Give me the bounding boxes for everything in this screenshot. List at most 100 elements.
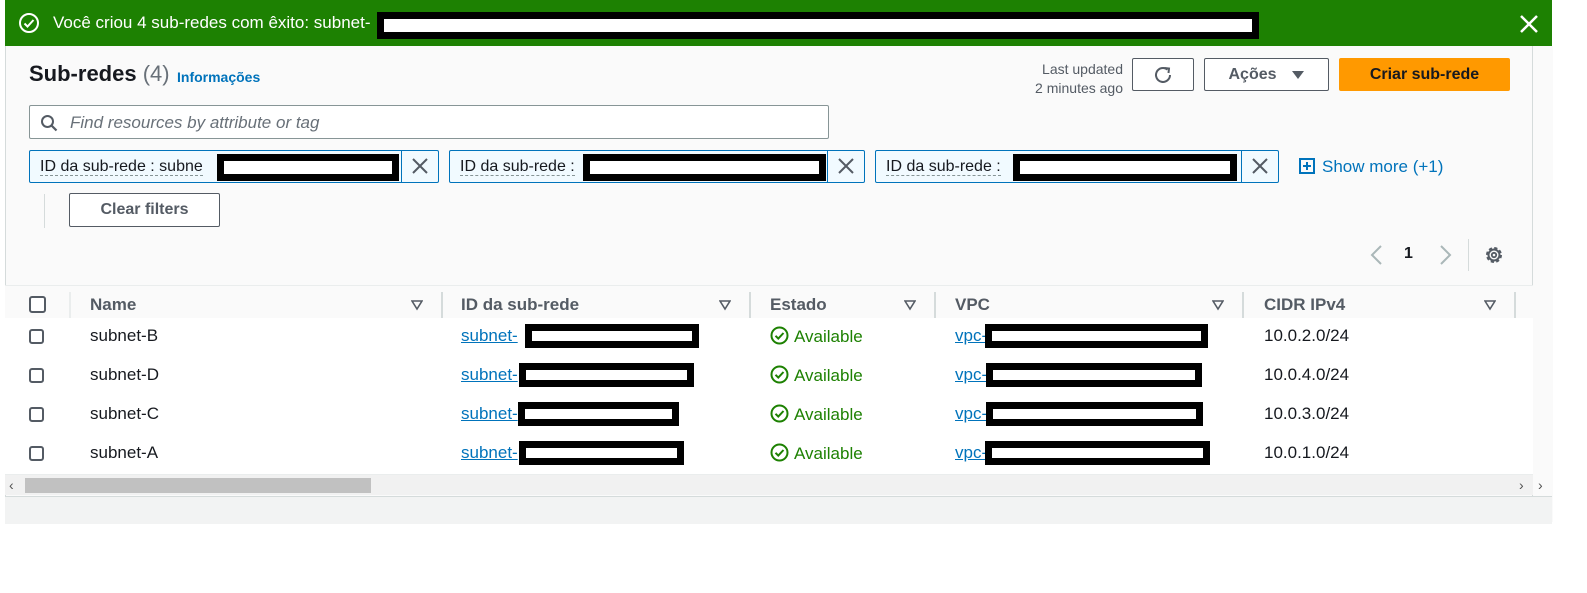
- status-text: Available: [794, 405, 863, 424]
- success-flash-banner: Você criou 4 sub-redes com êxito: subnet…: [5, 0, 1552, 46]
- status-text: Available: [794, 444, 863, 463]
- chevron-left-icon[interactable]: [1367, 244, 1387, 266]
- vpc-link[interactable]: vpc-: [955, 326, 987, 346]
- vpc-link[interactable]: vpc-: [955, 404, 987, 424]
- close-icon: [1252, 158, 1268, 174]
- clear-filters-label: Clear filters: [100, 201, 189, 218]
- refresh-button[interactable]: [1132, 58, 1194, 91]
- right-scrollbar-track[interactable]: [1532, 46, 1553, 496]
- search-bar[interactable]: [29, 105, 829, 139]
- search-input[interactable]: [68, 110, 812, 136]
- clear-filters-button[interactable]: Clear filters: [69, 193, 220, 227]
- page-number[interactable]: 1: [1404, 245, 1413, 263]
- status-badge: Available: [770, 443, 863, 464]
- redaction-box: [583, 154, 826, 181]
- redaction-box: [519, 441, 684, 465]
- vpc-link[interactable]: vpc-: [955, 443, 987, 463]
- scroll-right-icon[interactable]: ›: [1519, 477, 1524, 493]
- sort-caret-icon[interactable]: [1484, 299, 1496, 311]
- check-circle-icon: [770, 443, 789, 462]
- column-header-state[interactable]: Estado: [770, 295, 827, 315]
- last-updated-label: Last updated: [1042, 61, 1123, 77]
- close-icon[interactable]: [1515, 10, 1543, 38]
- filter-token: ID da sub-rede : subne: [29, 150, 439, 183]
- create-subnet-button[interactable]: Criar sub-rede: [1339, 58, 1510, 91]
- show-more-link[interactable]: Show more (+1): [1299, 157, 1443, 177]
- remove-filter-button[interactable]: [401, 151, 438, 182]
- row-checkbox[interactable]: [29, 368, 44, 383]
- chevron-right-icon[interactable]: [1435, 244, 1455, 266]
- redaction-box: [986, 402, 1203, 426]
- row-checkbox[interactable]: [29, 446, 44, 461]
- table-row[interactable]: subnet-C subnet- Available vpc- 10.0.3.0…: [5, 396, 1533, 436]
- table-row[interactable]: subnet-B subnet- Available vpc- 10.0.2.0…: [5, 318, 1533, 358]
- status-badge: Available: [770, 365, 863, 386]
- column-header-cidr-ipv4[interactable]: CIDR IPv4: [1264, 295, 1345, 315]
- sort-caret-icon[interactable]: [1212, 299, 1224, 311]
- vpc-link[interactable]: vpc-: [955, 365, 987, 385]
- redaction-box: [519, 363, 694, 387]
- table-row[interactable]: subnet-A subnet- Available vpc- 10.0.1.0…: [5, 435, 1533, 475]
- subnet-name: subnet-B: [90, 326, 159, 345]
- check-circle-icon: [770, 404, 789, 423]
- column-separator[interactable]: [1242, 292, 1244, 318]
- subnet-id-link[interactable]: subnet-: [461, 365, 518, 385]
- subnet-id-link[interactable]: subnet-: [461, 404, 518, 424]
- actions-button[interactable]: Ações: [1204, 58, 1329, 91]
- redaction-box: [985, 324, 1208, 348]
- divider: [44, 194, 45, 228]
- gear-icon[interactable]: [1482, 243, 1506, 267]
- close-icon: [412, 158, 428, 174]
- filter-token-label: ID da sub-rede : subne: [40, 158, 203, 176]
- horizontal-scrollbar[interactable]: ‹ ›: [5, 475, 1533, 495]
- cidr-value: 10.0.1.0/24: [1264, 443, 1350, 462]
- last-updated-time: 2 minutes ago: [1035, 80, 1123, 96]
- scroll-left-icon[interactable]: ‹: [9, 477, 14, 493]
- scrollbar-thumb[interactable]: [25, 478, 371, 493]
- close-icon: [838, 158, 854, 174]
- refresh-icon: [1155, 66, 1171, 83]
- filter-token: ID da sub-rede :: [449, 150, 865, 183]
- check-circle-icon: [770, 326, 789, 345]
- expand-plus-icon: [1299, 158, 1315, 174]
- status-badge: Available: [770, 404, 863, 425]
- column-separator[interactable]: [1514, 292, 1516, 318]
- subnet-count: (4): [142, 61, 170, 86]
- check-circle-icon: [770, 365, 789, 384]
- column-header-name[interactable]: Name: [90, 295, 136, 315]
- column-separator[interactable]: [441, 292, 443, 318]
- row-checkbox[interactable]: [29, 329, 44, 344]
- select-all-checkbox[interactable]: [29, 296, 46, 313]
- subnet-id-link[interactable]: subnet-: [461, 443, 518, 463]
- redaction-box: [986, 363, 1202, 387]
- subnet-id-link[interactable]: subnet-: [461, 326, 518, 346]
- sort-caret-icon[interactable]: [904, 299, 916, 311]
- actions-label: Ações: [1228, 65, 1277, 83]
- info-link[interactable]: Informações: [177, 69, 260, 85]
- redaction-box: [1013, 154, 1237, 181]
- divider: [1468, 239, 1469, 271]
- page-title: Sub-redes (4): [29, 61, 170, 87]
- row-checkbox[interactable]: [29, 407, 44, 422]
- caret-down-icon: [1291, 70, 1304, 79]
- check-circle-icon: [19, 13, 39, 33]
- sort-caret-icon[interactable]: [411, 299, 423, 311]
- column-header-subnet-id[interactable]: ID da sub-rede: [461, 295, 579, 315]
- sort-caret-icon[interactable]: [719, 299, 731, 311]
- status-text: Available: [794, 366, 863, 385]
- show-more-label: Show more (+1): [1322, 157, 1444, 176]
- remove-filter-button[interactable]: [1241, 151, 1278, 182]
- column-header-vpc[interactable]: VPC: [955, 295, 990, 315]
- column-separator[interactable]: [934, 292, 936, 318]
- remove-filter-button[interactable]: [827, 151, 864, 182]
- status-badge: Available: [770, 326, 863, 347]
- column-separator[interactable]: [749, 292, 751, 318]
- search-icon: [41, 115, 58, 132]
- create-subnet-label: Criar sub-rede: [1369, 65, 1480, 83]
- subnet-name: subnet-D: [90, 365, 159, 384]
- bottom-strip: [5, 496, 1552, 524]
- redaction-box: [217, 154, 399, 181]
- table-row[interactable]: subnet-D subnet- Available vpc- 10.0.4.0…: [5, 357, 1533, 397]
- filter-token: ID da sub-rede :: [875, 150, 1279, 183]
- scroll-right-icon[interactable]: ›: [1538, 477, 1543, 493]
